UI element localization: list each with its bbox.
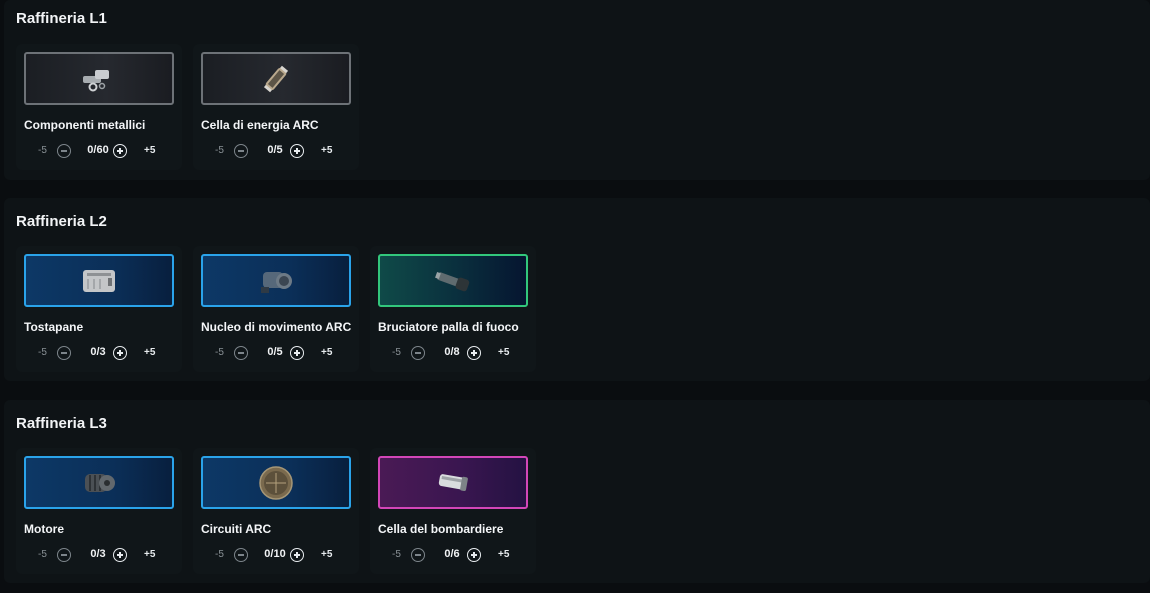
decrement-button[interactable] (234, 346, 248, 360)
item-thumbnail (201, 52, 351, 105)
quantity-value: 0/3 (90, 346, 106, 358)
quantity-value: 0/8 (444, 346, 460, 358)
item-card: Componenti metallici -5 0/60 +5 (16, 44, 182, 170)
item-thumbnail (24, 254, 174, 307)
item-thumbnail (24, 456, 174, 509)
item-card: Cella del bombardiere -5 0/6 +5 (370, 448, 536, 574)
item-name: Circuiti ARC (201, 522, 272, 536)
increment-button[interactable] (290, 346, 304, 360)
section-refinery-l3: Raffineria L3 Motore -5 0/3 +5 Circuiti … (4, 400, 1150, 583)
plus-five-button[interactable]: +5 (144, 145, 155, 156)
decrement-button[interactable] (57, 144, 71, 158)
bombardier-cell-icon (431, 466, 475, 500)
plus-five-button[interactable]: +5 (144, 549, 155, 560)
item-name: Cella di energia ARC (201, 118, 319, 132)
minus-five-button[interactable]: -5 (215, 145, 224, 156)
item-name: Componenti metallici (24, 118, 146, 132)
metal-parts-icon (77, 64, 121, 94)
increment-button[interactable] (113, 346, 127, 360)
quantity-stepper: -5 0/3 +5 (16, 346, 182, 362)
minus-five-button[interactable]: -5 (392, 549, 401, 560)
quantity-value: 0/5 (267, 144, 283, 156)
decrement-button[interactable] (57, 346, 71, 360)
item-name: Motore (24, 522, 64, 536)
item-card: Nucleo di movimento ARC -5 0/5 +5 (193, 246, 359, 372)
section-title: Raffineria L1 (16, 10, 107, 27)
quantity-value: 0/3 (90, 548, 106, 560)
increment-button[interactable] (113, 548, 127, 562)
item-name: Nucleo di movimento ARC (201, 320, 352, 334)
increment-button[interactable] (290, 144, 304, 158)
plus-five-button[interactable]: +5 (321, 549, 332, 560)
decrement-button[interactable] (411, 346, 425, 360)
energy-cell-icon (256, 59, 296, 99)
decrement-button[interactable] (57, 548, 71, 562)
fireball-burner-icon (431, 266, 475, 296)
item-card: Bruciatore palla di fuoco -5 0/8 +5 (370, 246, 536, 372)
decrement-button[interactable] (234, 144, 248, 158)
decrement-button[interactable] (234, 548, 248, 562)
minus-five-button[interactable]: -5 (215, 549, 224, 560)
item-name: Tostapane (24, 320, 84, 334)
increment-button[interactable] (113, 144, 127, 158)
plus-five-button[interactable]: +5 (321, 347, 332, 358)
motion-core-icon (255, 263, 297, 299)
motor-icon (79, 466, 119, 500)
plus-five-button[interactable]: +5 (144, 347, 155, 358)
minus-five-button[interactable]: -5 (392, 347, 401, 358)
quantity-value: 0/6 (444, 548, 460, 560)
item-name: Cella del bombardiere (378, 522, 504, 536)
plus-five-button[interactable]: +5 (321, 145, 332, 156)
section-refinery-l1: Raffineria L1 Componenti metallici -5 0/… (4, 0, 1150, 180)
quantity-stepper: -5 0/8 +5 (370, 346, 536, 362)
item-card: Cella di energia ARC -5 0/5 +5 (193, 44, 359, 170)
minus-five-button[interactable]: -5 (215, 347, 224, 358)
circuit-icon (256, 463, 296, 503)
section-refinery-l2: Raffineria L2 Tostapane -5 0/3 +5 Nucleo… (4, 198, 1150, 381)
quantity-stepper: -5 0/5 +5 (193, 144, 359, 160)
item-thumbnail (24, 52, 174, 105)
minus-five-button[interactable]: -5 (38, 549, 47, 560)
decrement-button[interactable] (411, 548, 425, 562)
quantity-stepper: -5 0/3 +5 (16, 548, 182, 564)
item-card: Motore -5 0/3 +5 (16, 448, 182, 574)
item-card: Tostapane -5 0/3 +5 (16, 246, 182, 372)
quantity-stepper: -5 0/5 +5 (193, 346, 359, 362)
item-thumbnail (378, 456, 528, 509)
quantity-stepper: -5 0/10 +5 (193, 548, 359, 564)
section-title: Raffineria L2 (16, 213, 107, 230)
toaster-icon (78, 264, 120, 298)
item-thumbnail (201, 456, 351, 509)
section-title: Raffineria L3 (16, 415, 107, 432)
quantity-stepper: -5 0/60 +5 (16, 144, 182, 160)
increment-button[interactable] (290, 548, 304, 562)
quantity-stepper: -5 0/6 +5 (370, 548, 536, 564)
minus-five-button[interactable]: -5 (38, 347, 47, 358)
item-card: Circuiti ARC -5 0/10 +5 (193, 448, 359, 574)
increment-button[interactable] (467, 548, 481, 562)
increment-button[interactable] (467, 346, 481, 360)
item-name: Bruciatore palla di fuoco (378, 320, 519, 334)
minus-five-button[interactable]: -5 (38, 145, 47, 156)
plus-five-button[interactable]: +5 (498, 549, 509, 560)
plus-five-button[interactable]: +5 (498, 347, 509, 358)
quantity-value: 0/10 (264, 548, 286, 560)
quantity-value: 0/60 (87, 144, 109, 156)
item-thumbnail (201, 254, 351, 307)
item-thumbnail (378, 254, 528, 307)
quantity-value: 0/5 (267, 346, 283, 358)
